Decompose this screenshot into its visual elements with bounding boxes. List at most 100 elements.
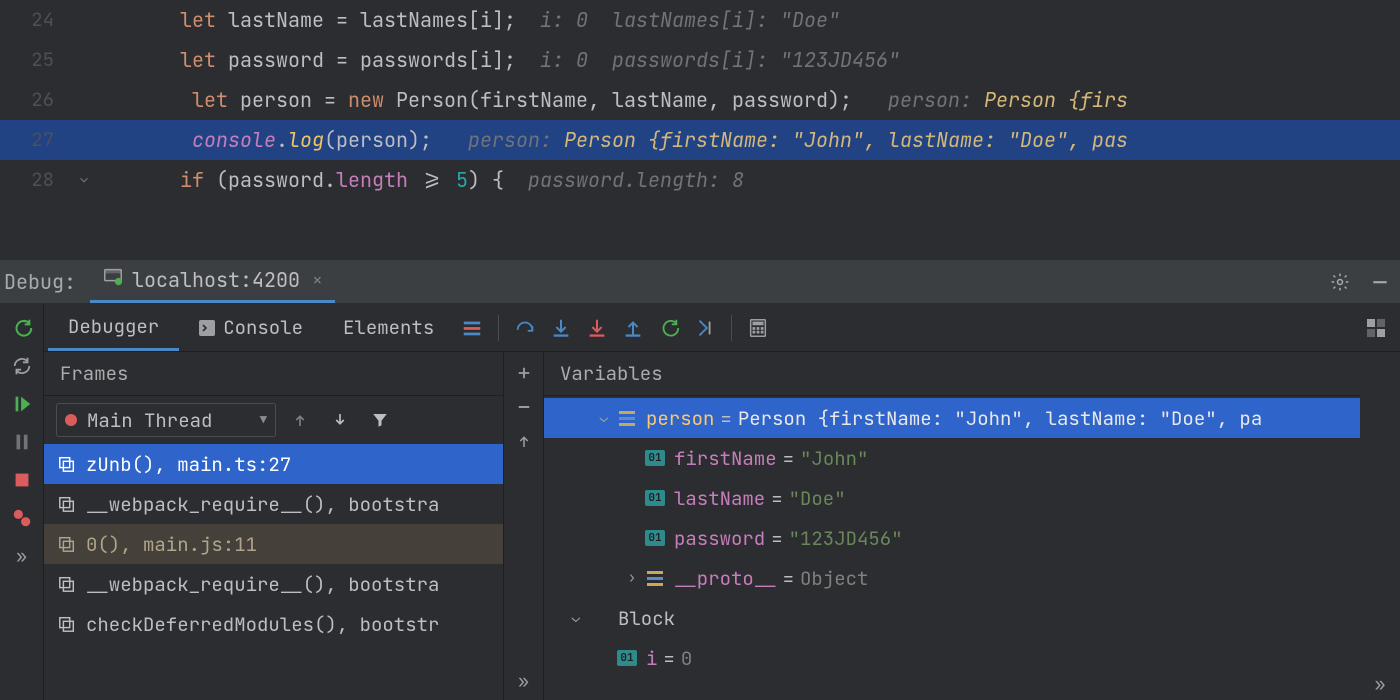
variables-header: Variables [544,352,1360,396]
thread-dot-icon [65,414,77,426]
frames-panel: Frames Main Thread ▼ zUnb(), main.ts:27_… [44,352,504,700]
minimize-icon[interactable] [1360,272,1400,292]
step-over-button[interactable] [507,310,543,346]
object-icon [644,569,666,587]
evaluate-button[interactable] [740,310,776,346]
debug-left-rail: » [0,304,44,700]
tab-console-label: Console [223,315,303,340]
thread-select[interactable]: Main Thread ▼ [56,403,276,437]
step-out-button[interactable] [615,310,651,346]
debug-tabs: Debugger Console Elements [44,304,1400,352]
layout-button[interactable] [1364,310,1400,346]
var-name: firstName [674,446,777,471]
prev-frame-button[interactable] [284,404,316,436]
var-name: password [674,526,765,551]
force-step-into-button[interactable] [579,310,615,346]
line-number: 28 [0,160,60,200]
field-icon: 01 [644,529,666,547]
filter-frames-button[interactable] [364,404,396,436]
code-text: if (password.length >= 5) { [108,160,504,200]
more-icon[interactable]: » [1375,673,1386,696]
var-name: __proto__ [674,566,777,591]
variables-right-rail: » [1360,352,1400,700]
more-actions-icon[interactable]: » [509,666,539,696]
chevron-down-icon[interactable]: ⌄ [564,609,588,627]
scope-label: Block [618,606,675,631]
debug-session-tab[interactable]: localhost:4200 × [90,260,335,303]
thread-dropdown-icon[interactable] [454,310,490,346]
drop-frame-button[interactable] [687,310,723,346]
field-icon: 01 [644,489,666,507]
debug-toolwindow-bar: Debug: localhost:4200 × [0,260,1400,304]
code-line[interactable]: 28 if (password.length >= 5) {password.l… [0,160,1400,200]
stack-frame[interactable]: __webpack_require__(), bootstra [44,564,503,604]
variable-row[interactable]: 01i = 0 [544,638,1360,678]
variable-row[interactable]: 01password = "123JD456" [544,518,1360,558]
close-icon[interactable]: × [308,269,323,292]
stack-frame[interactable]: zUnb(), main.ts:27 [44,444,503,484]
gear-icon[interactable] [1320,272,1360,292]
stack-frame[interactable]: __webpack_require__(), bootstra [44,484,503,524]
code-editor[interactable]: 24 let lastName = lastNames[i];i: 0lastN… [0,0,1400,200]
stackframe-icon [58,535,76,553]
variable-row[interactable]: 01firstName = "John" [544,438,1360,478]
resume-button[interactable] [4,386,40,422]
frames-list[interactable]: zUnb(), main.ts:27 __webpack_require__(),… [44,444,503,700]
chevron-down-icon: ▼ [260,412,267,428]
console-icon [199,320,215,336]
stackframe-icon [58,495,76,513]
inline-hint: lastNames[i]: "Doe" [588,0,840,40]
reload-button[interactable] [4,348,40,384]
var-value: Object [800,566,868,591]
stop-button[interactable] [4,462,40,498]
stack-frame[interactable]: 0(), main.js:11 [44,524,503,564]
variable-row[interactable]: 01lastName = "Doe" [544,478,1360,518]
var-value: 0 [681,646,692,671]
stackframe-icon [58,455,76,473]
tab-debugger[interactable]: Debugger [48,304,179,351]
breakpoints-button[interactable] [4,500,40,536]
inline-hint: person: Person {firs [852,80,1128,120]
inline-hint: i: 0 [516,0,588,40]
tab-elements[interactable]: Elements [323,304,454,351]
stack-frame[interactable]: checkDeferredModules(), bootstr [44,604,503,644]
var-value: Person {firstName: "John", lastName: "Do… [738,406,1262,431]
fold-icon[interactable] [77,160,91,200]
add-watch-button[interactable] [509,358,539,388]
code-text: console.log(person); [108,120,432,160]
frame-label: __webpack_require__(), bootstra [86,572,439,597]
remove-watch-button[interactable] [509,392,539,422]
tab-console[interactable]: Console [179,304,323,351]
code-line[interactable]: 25 let password = passwords[i];i: 0passw… [0,40,1400,80]
rerun-button[interactable] [4,310,40,346]
code-text: let lastName = lastNames[i]; [108,0,516,40]
gutter[interactable] [60,160,108,200]
next-frame-button[interactable] [324,404,356,436]
field-icon: 01 [644,449,666,467]
code-line[interactable]: 26 let person = new Person(firstName, la… [0,80,1400,120]
variable-row[interactable]: ⌄person = Person {firstName: "John", las… [544,398,1360,438]
variables-tree[interactable]: ⌄person = Person {firstName: "John", las… [544,396,1360,700]
chevron-down-icon[interactable]: ⌄ [592,409,616,427]
inline-hint: passwords[i]: "123JD456" [588,40,900,80]
frame-label: __webpack_require__(), bootstra [86,492,439,517]
line-number: 27 [0,120,60,160]
debug-title: Debug: [0,269,90,295]
variable-row[interactable]: ›__proto__ = Object [544,558,1360,598]
pause-button[interactable] [4,424,40,460]
move-up-button[interactable] [509,426,539,456]
frame-label: checkDeferredModules(), bootstr [86,612,439,637]
variable-row[interactable]: ⌄ Block [544,598,1360,638]
code-text: let password = passwords[i]; [108,40,516,80]
run-to-cursor-button[interactable] [651,310,687,346]
step-into-button[interactable] [543,310,579,346]
code-line[interactable]: 27 console.log(person); person: Person {… [0,120,1400,160]
var-value: "123JD456" [789,526,903,551]
code-line[interactable]: 24 let lastName = lastNames[i];i: 0lastN… [0,0,1400,40]
variables-panel: Variables ⌄person = Person {firstName: "… [544,352,1360,700]
more-icon[interactable]: » [4,538,40,574]
line-number: 26 [0,80,60,120]
field-icon: 01 [616,649,638,667]
chevron-right-icon[interactable]: › [620,569,644,587]
inline-hint: person: Person {firstName: "John", lastN… [432,120,1128,160]
